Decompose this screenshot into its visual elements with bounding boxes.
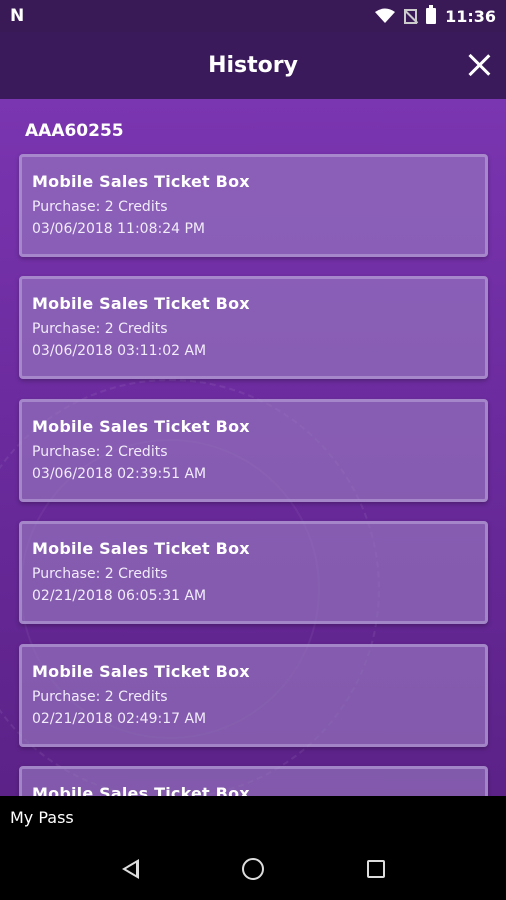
history-item-purchase: Purchase: 2 Credits	[32, 689, 168, 705]
history-item-timestamp: 03/06/2018 02:39:51 AM	[32, 466, 207, 482]
history-item-timestamp: 03/06/2018 03:11:02 AM	[32, 343, 207, 359]
history-item[interactable]: Mobile Sales Ticket Box Purchase: 2 Cred…	[19, 276, 488, 379]
history-item-purchase: Purchase: 2 Credits	[32, 199, 168, 215]
history-item-purchase: Purchase: 2 Credits	[32, 321, 168, 337]
history-item[interactable]: Mobile Sales Ticket Box Purchase: 2 Cred…	[19, 644, 488, 747]
history-item-timestamp: 02/21/2018 06:05:31 AM	[32, 588, 207, 604]
history-item[interactable]: Mobile Sales Ticket Box Purchase: 2 Cred…	[19, 399, 488, 502]
no-sim-icon	[404, 8, 418, 24]
history-item-purchase: Purchase: 2 Credits	[32, 566, 168, 582]
history-item-title: Mobile Sales Ticket Box	[32, 784, 250, 796]
history-item-title: Mobile Sales Ticket Box	[32, 294, 250, 313]
system-nav-bar	[0, 838, 506, 900]
page-title: History	[208, 53, 298, 78]
clock: 11:36	[445, 6, 496, 26]
close-icon[interactable]	[464, 50, 494, 80]
history-item-title: Mobile Sales Ticket Box	[32, 417, 250, 436]
battery-icon	[426, 5, 437, 24]
my-pass-label[interactable]: My Pass	[0, 796, 506, 838]
history-item[interactable]: Mobile Sales Ticket Box	[19, 766, 488, 796]
notification-logo: N	[10, 6, 25, 26]
status-icons: 11:36	[375, 5, 496, 26]
history-item[interactable]: Mobile Sales Ticket Box Purchase: 2 Cred…	[19, 154, 488, 257]
history-item-timestamp: 03/06/2018 11:08:24 PM	[32, 221, 205, 237]
history-item-timestamp: 02/21/2018 02:49:17 AM	[32, 711, 207, 727]
status-bar: N 11:36	[0, 0, 506, 32]
home-icon[interactable]	[241, 858, 264, 880]
history-item-title: Mobile Sales Ticket Box	[32, 662, 250, 681]
back-icon[interactable]	[121, 859, 139, 879]
history-list[interactable]: AAA60255 Mobile Sales Ticket Box Purchas…	[0, 99, 506, 796]
history-item-purchase: Purchase: 2 Credits	[32, 444, 168, 460]
history-item-title: Mobile Sales Ticket Box	[32, 539, 250, 558]
app-bar: History	[0, 32, 506, 99]
history-item[interactable]: Mobile Sales Ticket Box Purchase: 2 Cred…	[19, 521, 488, 624]
account-id: AAA60255	[25, 121, 124, 141]
recents-icon[interactable]	[366, 860, 385, 878]
history-item-title: Mobile Sales Ticket Box	[32, 172, 250, 191]
wifi-icon	[375, 8, 396, 23]
